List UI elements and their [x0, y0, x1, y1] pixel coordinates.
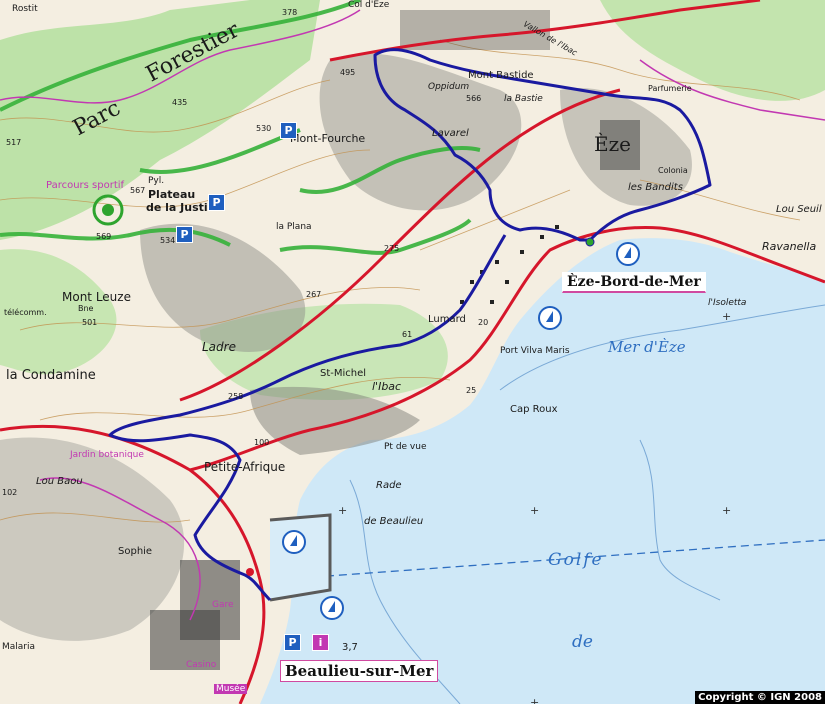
label-colonia: Colonia: [658, 166, 688, 175]
label-lou-baou: Lou Baou: [36, 476, 83, 487]
label-col-eze: Col d'Èze: [348, 0, 390, 10]
label-ladre: Ladre: [202, 340, 236, 354]
label-lavarel: Lavarel: [432, 128, 469, 139]
grid-cross-icon: +: [530, 504, 540, 517]
spot-height: 501: [82, 318, 98, 327]
sea-label-golfe: Golfe: [548, 550, 604, 570]
sailing-icon[interactable]: [320, 596, 344, 620]
copyright-notice: Copyright © IGN 2008: [695, 691, 825, 704]
label-st-michel: St-Michel: [320, 368, 367, 379]
label-cote-km: 3,7: [342, 642, 358, 653]
spot-height: 100: [254, 438, 270, 447]
parking-icon[interactable]: P: [280, 122, 297, 139]
label-bne: Bne: [78, 304, 94, 313]
label-gare: Gare: [212, 600, 234, 610]
spot-height: 534: [160, 236, 176, 245]
spot-height: 495: [340, 68, 356, 77]
spot-height: 378: [282, 8, 298, 17]
label-les-bandits: les Bandits: [628, 182, 683, 193]
spot-height: 517: [6, 138, 22, 147]
sailing-icon[interactable]: [538, 306, 562, 330]
label-lumard: Lumard: [428, 314, 466, 325]
start-point: [585, 237, 595, 247]
grid-cross-icon: +: [530, 696, 540, 704]
label-parcours: Parcours sportif: [46, 180, 125, 191]
spot-height: 61: [402, 330, 413, 339]
map-base: [0, 0, 825, 704]
label-musee: Musée: [214, 684, 248, 694]
label-mont-fourche: Mont-Fourche: [290, 132, 366, 145]
spot-height: 275: [384, 244, 400, 253]
label-pyl: Pyl.: [148, 176, 165, 186]
spot-height: 435: [172, 98, 188, 107]
label-cap-roux: Cap Roux: [510, 404, 558, 415]
sailing-icon[interactable]: [616, 242, 640, 266]
label-ravanella: Ravanella: [762, 240, 817, 253]
label-la-bastie: la Bastie: [504, 94, 543, 104]
parking-icon[interactable]: P: [208, 194, 225, 211]
spot-height: 566: [466, 94, 482, 103]
label-port-viva: Port Vilva Maris: [500, 346, 570, 356]
label-eze[interactable]: Èze: [594, 132, 631, 156]
label-ibac: l'Ibac: [372, 380, 402, 393]
spot-height: 258: [228, 392, 244, 401]
grid-cross-icon: +: [338, 504, 348, 517]
label-rostit: Rostit: [12, 4, 38, 14]
spot-height: 102: [2, 488, 18, 497]
spot-height: 567: [130, 186, 146, 195]
spot-height: 530: [256, 124, 272, 133]
label-telecomm: télécomm.: [4, 308, 47, 317]
sea-label-de: de: [572, 632, 593, 652]
spot-height: 20: [478, 318, 489, 327]
label-malaria: Malaria: [2, 642, 36, 652]
info-icon[interactable]: i: [312, 634, 329, 651]
label-mont-bastide: Mont Bastide: [468, 70, 534, 81]
harbour-pier: [269, 513, 332, 602]
sailing-icon[interactable]: [282, 530, 306, 554]
label-parfumerie: Parfumerie: [648, 84, 692, 93]
label-la-plana: la Plana: [276, 222, 312, 232]
label-rade: Rade: [376, 480, 402, 491]
plateau-marker-center: [102, 204, 114, 216]
label-la-condamine: la Condamine: [6, 368, 96, 383]
spot-height: 267: [306, 290, 322, 299]
label-plateau: Plateau: [148, 188, 196, 201]
label-pt-de-vue: Pt de vue: [384, 442, 427, 452]
parking-icon[interactable]: P: [284, 634, 301, 651]
spot-height: 25: [466, 386, 477, 395]
label-de-beaulieu: de Beaulieu: [364, 516, 424, 527]
sea-label-mer-eze: Mer d'Èze: [608, 338, 686, 356]
town-label-beaulieu[interactable]: Beaulieu-sur-Mer: [280, 660, 439, 682]
label-oppidum: Oppidum: [428, 82, 470, 92]
spot-height: 569: [96, 232, 112, 241]
label-isoletta: l'Isoletta: [708, 298, 747, 308]
label-jardin: Jardin botanique: [70, 450, 144, 460]
label-sophie: Sophie: [118, 546, 153, 557]
grid-cross-icon: +: [722, 504, 732, 517]
parking-icon[interactable]: P: [176, 226, 193, 243]
label-petite-afrique: Petite-Afrique: [204, 460, 286, 474]
map-canvas[interactable]: Mer d'Èze Golfe de Èze-Bord-de-Mer Beaul…: [0, 0, 825, 704]
label-lou-seuil: Lou Seuil: [776, 204, 822, 215]
label-casino: Casino: [186, 660, 217, 670]
label-mont-leuze: Mont Leuze: [62, 290, 131, 304]
town-label-eze-bord-de-mer[interactable]: Èze-Bord-de-Mer: [562, 272, 706, 293]
end-point: [246, 568, 254, 576]
grid-cross-icon: +: [722, 310, 732, 323]
